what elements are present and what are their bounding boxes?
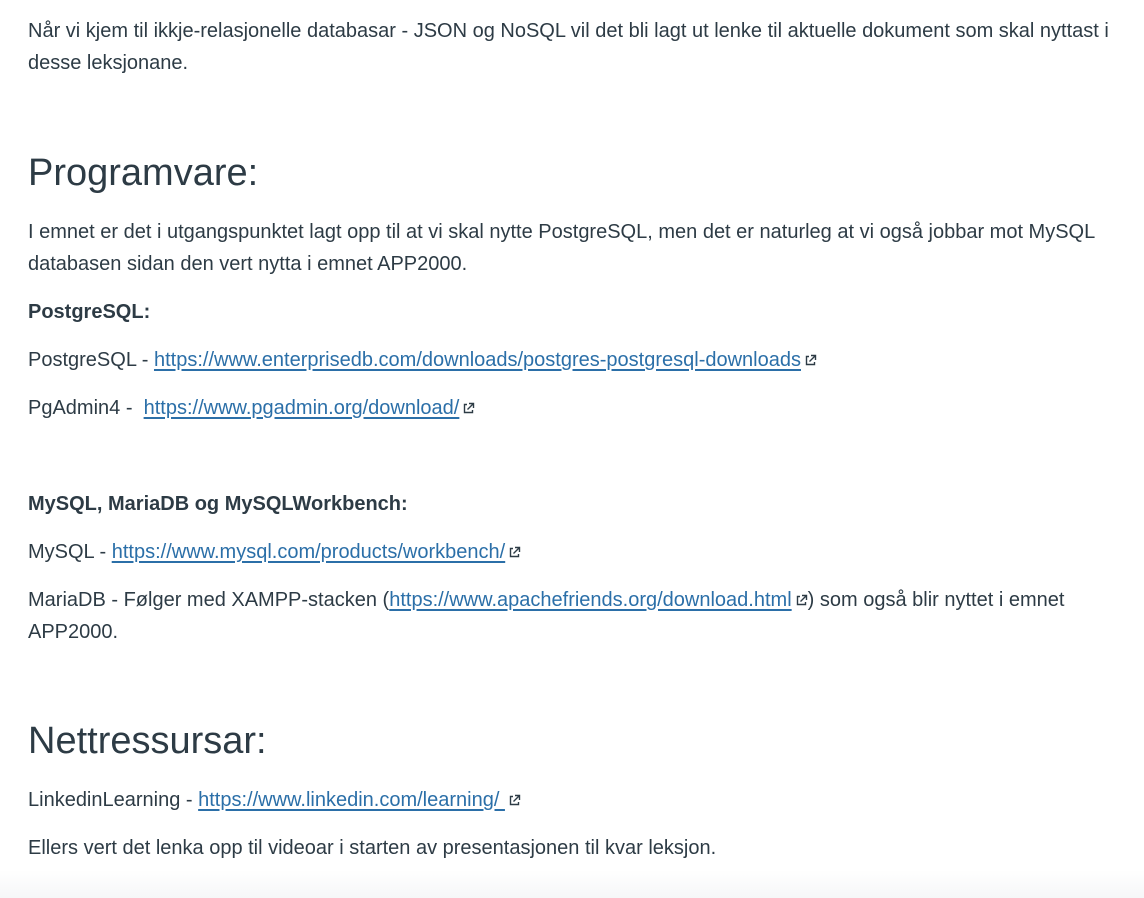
mysql-label: MySQL -	[28, 541, 112, 563]
heading-programvare: Programvare:	[28, 152, 259, 194]
software-description: I emnet er det i utgangspunktet lagt opp…	[28, 221, 1095, 275]
mysql-subheading-text: MySQL, MariaDB og MySQLWorkbench:	[28, 493, 408, 515]
linkedin-label: LinkedinLearning -	[28, 789, 199, 811]
mariadb-prefix: MariaDB - Følger med XAMPP-stacken (	[28, 589, 390, 611]
postgres-line: PostgreSQL - https://www.enterprisedb.co…	[28, 344, 1116, 376]
page-content: Når vi kjem til ikkje-relasjonelle datab…	[0, 0, 1144, 898]
closing-paragraph: Ellers vert det lenka opp til videoar i …	[28, 837, 717, 859]
apachefriends-download-link[interactable]: https://www.apachefriends.org/download.h…	[389, 589, 791, 611]
pgadmin-download-link[interactable]: https://www.pgadmin.org/download/	[144, 397, 460, 419]
postgres-subheading: PostgreSQL:	[28, 296, 1116, 328]
postgres-subheading-text: PostgreSQL:	[28, 301, 151, 323]
mariadb-line: MariaDB - Følger med XAMPP-stacken (http…	[28, 584, 1116, 648]
postgres-label: PostgreSQL -	[28, 349, 154, 371]
mysql-line: MySQL - https://www.mysql.com/products/w…	[28, 536, 1116, 568]
external-link-icon	[510, 546, 521, 558]
mysql-subheading: MySQL, MariaDB og MySQLWorkbench:	[28, 488, 1116, 520]
external-link-icon	[509, 794, 521, 806]
external-link-icon	[796, 594, 807, 606]
mysql-workbench-link[interactable]: https://www.mysql.com/products/workbench…	[112, 541, 505, 563]
postgres-download-link[interactable]: https://www.enterprisedb.com/downloads/p…	[154, 349, 801, 371]
heading-nettressursar: Nettressursar:	[28, 720, 267, 762]
pgadmin-label: PgAdmin4 -	[28, 397, 144, 419]
bottom-fade	[0, 870, 1144, 898]
intro-paragraph: Når vi kjem til ikkje-relasjonelle datab…	[28, 20, 1109, 74]
linkedin-line: LinkedinLearning - https://www.linkedin.…	[28, 784, 1116, 816]
external-link-icon	[464, 402, 475, 414]
pgadmin-line: PgAdmin4 - https://www.pgadmin.org/downl…	[28, 392, 1116, 424]
linkedin-learning-link[interactable]: https://www.linkedin.com/learning/	[198, 789, 505, 811]
external-link-icon	[805, 354, 817, 366]
